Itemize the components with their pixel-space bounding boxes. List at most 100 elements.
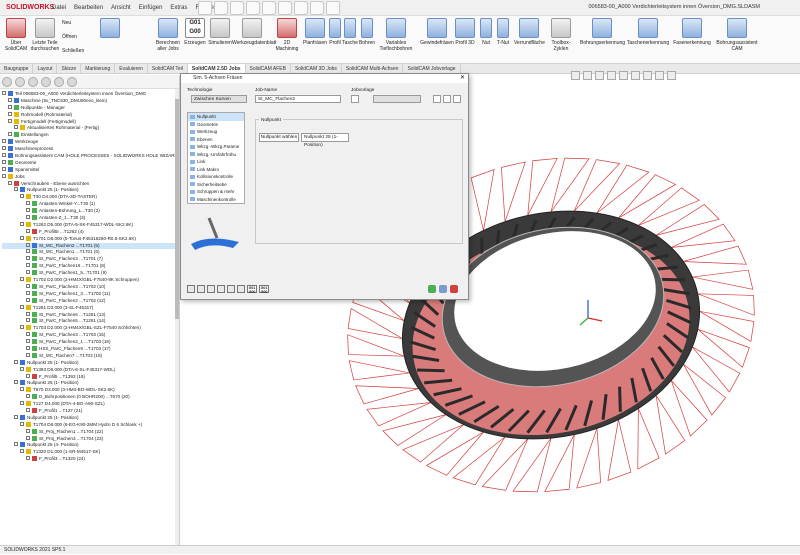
tree-node[interactable]: Nullpunkt 25 (1- Position) — [2, 380, 177, 387]
tree-node[interactable]: T1393 D6.000 (DTA-6-SL-F45317-WDL) — [2, 366, 177, 374]
preview-icon[interactable] — [237, 285, 245, 293]
nav-item[interactable]: Maschinenkontrolle — [188, 196, 244, 204]
expand-toggle-icon[interactable] — [8, 97, 12, 102]
tree-node[interactable]: T127 D4.000 (DTA-4-BG-A90-SZL) — [2, 401, 177, 408]
expand-toggle-icon[interactable] — [26, 263, 30, 268]
tree-node[interactable]: St_ParC_Flachen6 ...T1261 (13) — [2, 311, 177, 319]
tree-node[interactable]: Fertigmodell (Fertigmodell) — [2, 118, 177, 126]
expand-toggle-icon[interactable] — [26, 208, 30, 213]
tree-node[interactable]: Bohrungsassistent CAM (HOLE PROCESSES - … — [2, 153, 179, 160]
expand-toggle-icon[interactable] — [20, 277, 24, 282]
expand-toggle-icon[interactable] — [20, 325, 24, 330]
tab-skizze[interactable]: Skizze — [57, 64, 82, 73]
hide-show-icon[interactable] — [643, 71, 652, 80]
expand-toggle-icon[interactable] — [20, 421, 24, 426]
expand-toggle-icon[interactable] — [8, 118, 12, 123]
nav-item[interactable]: Wkzg.-Wkzg.Parame — [188, 143, 244, 151]
feature-manager-icon[interactable] — [2, 77, 12, 87]
menu-einfuegen[interactable]: Einfügen — [139, 5, 163, 11]
gewindefraesen-button[interactable]: Gewindefräsen — [420, 18, 454, 46]
expand-toggle-icon[interactable] — [26, 339, 30, 344]
tab-evaluieren[interactable]: Evaluieren — [115, 64, 148, 73]
expand-toggle-icon[interactable] — [14, 359, 18, 364]
tree-node[interactable]: St_ParC_Flachen16 ...T1701 (8) — [2, 263, 177, 270]
tree-node[interactable]: St_MC_Flachen7 ...T1703 (18) — [2, 352, 177, 360]
oeffnen-button[interactable]: Öffnen — [62, 34, 98, 40]
tree-node[interactable]: St_ParC_Flachen2_1 ...T1703 (16) — [2, 339, 177, 346]
tree-node[interactable]: Einstellungen — [2, 132, 177, 139]
tab-layout[interactable]: Layout — [33, 64, 58, 73]
nav-item[interactable]: Sicherheitsebe — [188, 181, 244, 189]
nav-item[interactable]: Schruppen & mehr — [188, 188, 244, 196]
tree-node[interactable]: Nullpunkt 25 (4- Position) — [2, 442, 177, 449]
jobname-input[interactable]: St_MC_Flachen2 — [255, 95, 341, 103]
tree-node[interactable]: F_Profil1 ...T127 (21) — [2, 407, 177, 415]
simulate-icon[interactable] — [217, 285, 225, 293]
expand-toggle-icon[interactable] — [2, 173, 6, 178]
expand-toggle-icon[interactable] — [26, 201, 30, 206]
tab-solidcam-jobvorlage[interactable]: SolidCAM Jobvorlage — [403, 64, 461, 73]
planfraesen-button[interactable]: Planfräsen — [302, 18, 328, 46]
neu-button[interactable]: Neu — [62, 20, 98, 26]
tasche-button[interactable]: Tasche — [342, 18, 358, 46]
tree-node[interactable]: T1261 D3.000 (3-SL-F45317) — [2, 304, 177, 312]
tree-node[interactable]: Spannmittel — [2, 166, 177, 174]
expand-toggle-icon[interactable] — [8, 104, 12, 109]
profil-button[interactable]: Profil — [328, 18, 342, 46]
nullpunkt-waehlen-button[interactable]: Nullpunkt wählen — [259, 133, 299, 142]
print-icon[interactable] — [262, 1, 276, 15]
tree-node[interactable]: St_MC_Flachen2 ...T1701 (5) — [2, 242, 177, 250]
expand-toggle-icon[interactable] — [26, 407, 30, 412]
expand-toggle-icon[interactable] — [26, 270, 30, 275]
tree-node[interactable]: Maschine (5x_TNC530_DMU60evo_klein) — [2, 97, 177, 105]
tree-node[interactable]: Nullpunkt 25 (1- Position) — [2, 414, 177, 422]
expand-toggle-icon[interactable] — [26, 290, 30, 295]
expand-toggle-icon[interactable] — [26, 283, 30, 288]
expand-toggle-icon[interactable] — [26, 249, 30, 254]
expand-toggle-icon[interactable] — [2, 166, 6, 171]
tree-node[interactable]: F_Profil5I ...T1262 (4) — [2, 228, 177, 236]
previous-view-icon[interactable] — [595, 71, 604, 80]
tree-node[interactable]: HSS_ParC_Flachen9 ...T1703 (17) — [2, 345, 177, 353]
nav-item[interactable]: Kollisionskontrolle — [188, 173, 244, 181]
expand-toggle-icon[interactable] — [20, 366, 24, 371]
tree-node[interactable]: St_MC_Flachen1 ...T1701 (6) — [2, 249, 177, 256]
tab-solidcam-teil[interactable]: SolidCAM Teil — [148, 64, 188, 73]
tree-node[interactable]: T1703 D2.000 (2-HM4X/GBL-SZL-F7540 Schli… — [2, 325, 177, 332]
expand-toggle-icon[interactable] — [26, 352, 30, 357]
crosshair-icon[interactable] — [41, 77, 51, 87]
bohrungsassistent-button[interactable]: Bohrungsassistent CAM — [714, 18, 760, 52]
menu-datei[interactable]: Datei — [52, 5, 66, 11]
expand-toggle-icon[interactable] — [8, 132, 12, 137]
tree-scrollbar[interactable] — [175, 89, 179, 545]
tree-node[interactable]: Antasten-Winkel-Y...T30 (1) — [2, 201, 177, 208]
tree-node[interactable]: Maschinenprozess — [2, 146, 177, 153]
nut-button[interactable]: Nut — [478, 18, 494, 46]
open-folder-icon[interactable] — [230, 1, 244, 15]
variables-tieflochbohren-button[interactable]: Variables Tieflochbohren — [378, 18, 414, 52]
tree-node[interactable]: Aktualisiertes Rohmaterial - [Fertig] — [2, 125, 177, 132]
nav-item[interactable]: Nullpunkt — [188, 113, 244, 121]
tree-node[interactable]: T30 D4.000 (DTA-3D-TASTER) — [2, 194, 177, 201]
tree-node[interactable]: Rohmodell (Rohmaterial) — [2, 111, 177, 119]
scene-icon[interactable] — [667, 71, 676, 80]
expand-toggle-icon[interactable] — [26, 318, 30, 323]
expand-toggle-icon[interactable] — [26, 428, 30, 433]
tab-solidcam-2-5d-jobs[interactable]: SolidCAM 2.5D Jobs — [187, 64, 246, 73]
tree-node[interactable]: F_Profil5 ...T1393 (19) — [2, 373, 177, 381]
display-style-icon[interactable] — [631, 71, 640, 80]
nav-item[interactable]: Link — [188, 158, 244, 166]
tree-node[interactable]: Antasten-Z_1...T30 (3) — [2, 215, 177, 222]
undo-icon[interactable] — [278, 1, 292, 15]
tree-node[interactable]: Nullpunkt 25 (1- Position) — [2, 187, 177, 194]
g01-button[interactable]: G01 G00 Erzeugen — [184, 18, 206, 46]
tree-node[interactable]: St_ParC_Flachen3 ...T1701 (7) — [2, 256, 177, 263]
appearance-edit-icon[interactable] — [655, 71, 664, 80]
tree-node[interactable]: F_Profil3 ...T1320 (24) — [2, 456, 177, 463]
appearance-icon[interactable] — [54, 77, 64, 87]
template-save-icon[interactable] — [433, 95, 441, 103]
expand-toggle-icon[interactable] — [20, 194, 24, 199]
options-icon[interactable] — [326, 1, 340, 15]
expand-toggle-icon[interactable] — [26, 256, 30, 261]
tree-node[interactable]: Nullpunkte - Manager — [2, 104, 177, 112]
